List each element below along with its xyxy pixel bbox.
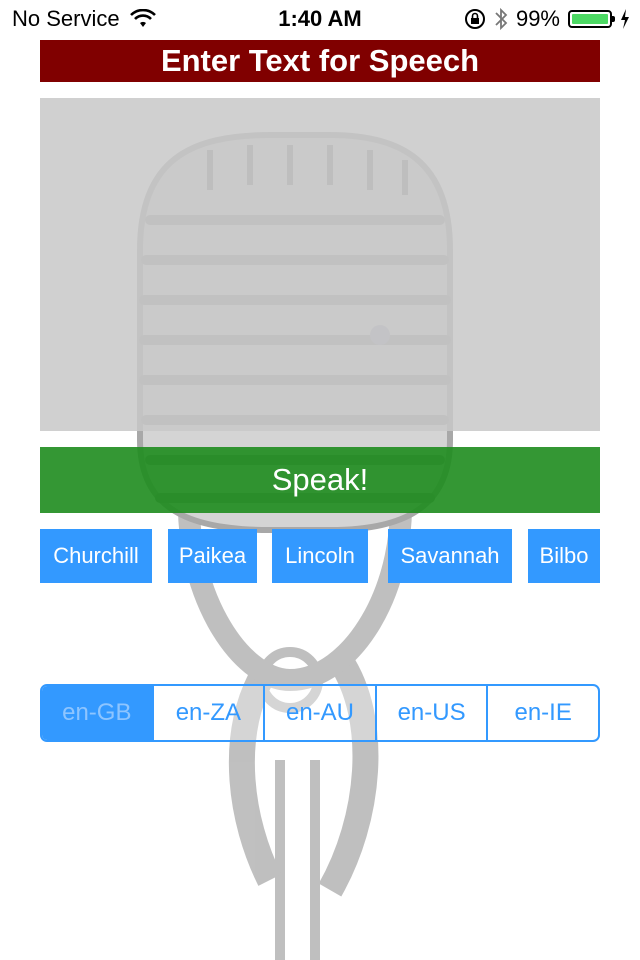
voice-button-savannah[interactable]: Savannah <box>388 529 512 583</box>
charging-bolt-icon <box>621 9 629 29</box>
voice-button-paikea[interactable]: Paikea <box>168 529 257 583</box>
battery-percent: 99% <box>515 6 560 31</box>
status-right: 99% <box>456 6 630 32</box>
voice-button-lincoln[interactable]: Lincoln <box>272 529 368 583</box>
speech-text-input[interactable] <box>40 98 600 431</box>
locale-segment-en-au[interactable]: en-AU <box>263 686 375 740</box>
locale-segment-en-gb[interactable]: en-GB <box>42 686 152 740</box>
speak-button[interactable]: Speak! <box>40 447 600 513</box>
status-bar: No Service 1:40 AM 99% <box>0 0 640 40</box>
locale-segment-en-ie[interactable]: en-IE <box>486 686 598 740</box>
locale-segment-en-za[interactable]: en-ZA <box>151 686 264 740</box>
battery-icon <box>568 10 615 28</box>
page-title: Enter Text for Speech <box>40 40 600 82</box>
locale-segment-en-us[interactable]: en-US <box>374 686 487 740</box>
rotation-lock-icon <box>464 9 485 29</box>
voice-button-churchill[interactable]: Churchill <box>40 529 152 583</box>
bluetooth-icon <box>495 7 508 31</box>
voice-button-bilbo[interactable]: Bilbo <box>528 529 600 583</box>
locale-segmented-control: en-GB en-ZA en-AU en-US en-IE <box>40 684 600 742</box>
